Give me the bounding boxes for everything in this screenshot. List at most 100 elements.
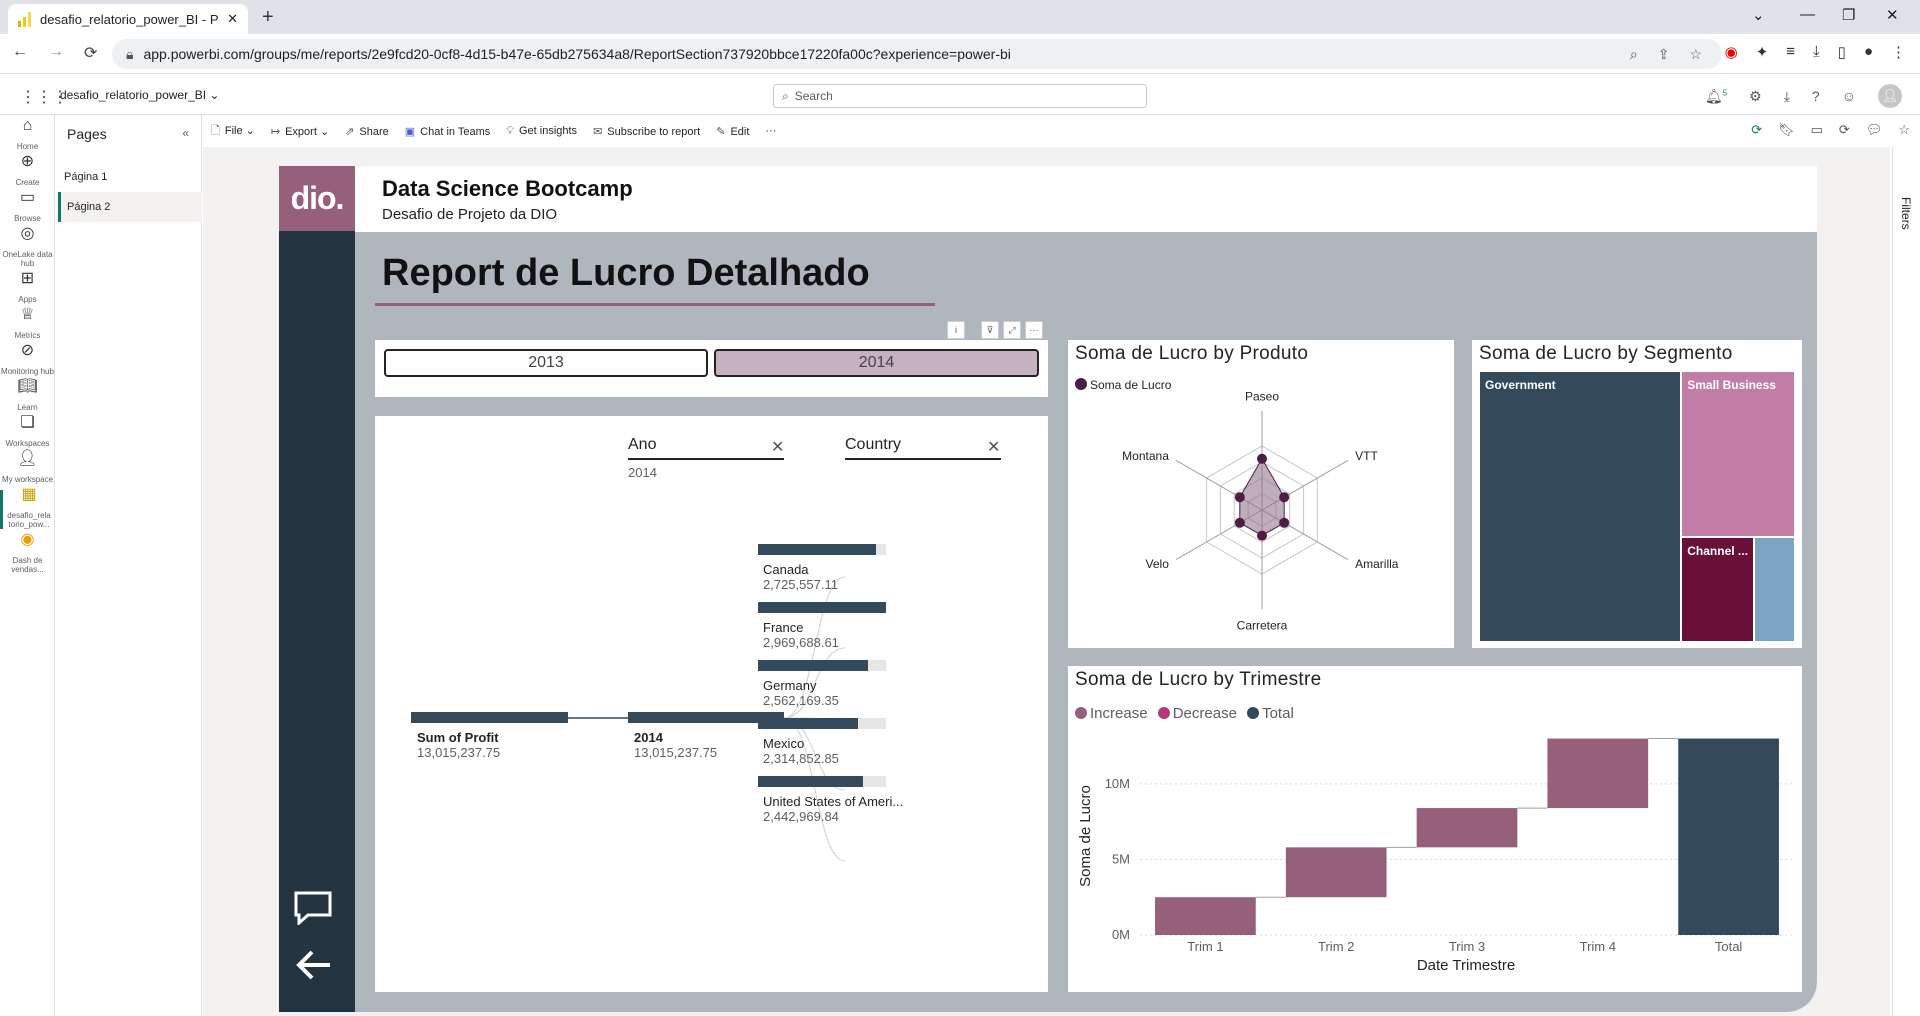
nav-workspaces[interactable]: ❏ Workspaces (0, 415, 55, 449)
nav-monitoring[interactable]: ⊘ Monitoring hub (0, 343, 55, 377)
notifications-icon[interactable]: 🔔︎5 (1705, 88, 1727, 105)
slicer-option-2014[interactable]: 2014 (714, 349, 1039, 377)
slicer-option-2013[interactable]: 2013 (384, 349, 708, 377)
close-window-icon[interactable]: ✕ (1886, 6, 1899, 24)
minimize-icon[interactable]: — (1800, 6, 1815, 23)
radar-point (1279, 492, 1290, 503)
report-header-subtitle: Desafio de Projeto da DIO (382, 206, 558, 223)
refresh-status-icon[interactable]: ⟳ (1751, 122, 1762, 138)
nav-home[interactable]: ⌂ Home (0, 118, 55, 152)
extensions-icon[interactable]: ✦ (1756, 43, 1769, 61)
bookmark-icon[interactable]: 🔖︎ (1778, 122, 1795, 138)
edit-button[interactable]: ✎ Edit (716, 125, 749, 138)
radar-point (1257, 530, 1267, 541)
back-arrow-icon[interactable] (294, 948, 334, 982)
waterfall-x-axis-title: Date Trimestre (1417, 957, 1515, 974)
export-icon: ↦ (270, 125, 281, 138)
dio-logo: dio. (279, 166, 355, 231)
subscribe-button[interactable]: ✉ Subscribe to report (593, 125, 700, 138)
profile-icon[interactable]: ● (1864, 43, 1873, 61)
comment-nav-icon[interactable] (294, 891, 334, 927)
view-controls: ⟳ 🔖︎ ▭ ⟳ 💬︎ ☆ (1751, 122, 1910, 138)
treemap-tile[interactable]: Channel ... (1682, 537, 1754, 641)
url-bar[interactable]: 🔒︎ app.powerbi.com/groups/me/reports/2e9… (112, 39, 1722, 69)
radar-point (1279, 517, 1290, 528)
waterfall-xtick-label: Total (1715, 939, 1743, 954)
feedback-icon[interactable]: ☺ (1842, 88, 1856, 104)
bookmark-star-icon[interactable]: ☆ (1689, 46, 1702, 63)
address-bar-row: ← → ⟳ 🔒︎ app.powerbi.com/groups/me/repor… (0, 34, 1920, 74)
maximize-icon[interactable]: ❐ (1842, 6, 1855, 24)
onelake-icon: ◎ (20, 225, 35, 242)
export-menu[interactable]: ↦ Export ⌄ (271, 125, 329, 138)
waterfall-bar (1678, 738, 1779, 935)
nav-create[interactable]: ⊕ Create (0, 154, 55, 188)
country-bar[interactable] (758, 776, 863, 787)
close-tab-icon[interactable]: ✕ (227, 11, 238, 27)
nav-onelake[interactable]: ◎ OneLake data hub (0, 225, 55, 269)
filter-icon[interactable]: ⊽ (981, 321, 999, 339)
sidebar-icon[interactable]: ▯ (1838, 43, 1846, 61)
insights-button[interactable]: 💡︎ Get insights (506, 125, 577, 138)
share-page-icon[interactable]: ⇪ (1658, 46, 1670, 63)
nav-learn[interactable]: 📖︎ Learn (0, 378, 55, 413)
tab-search-icon[interactable]: ⌄ (1752, 6, 1765, 24)
comment-icon[interactable]: 💬︎ (1866, 122, 1883, 138)
nav-current-report[interactable]: ▦ desafio_rela torio_pow... (0, 487, 55, 529)
focus-mode-icon[interactable]: ⤢ (1003, 321, 1021, 339)
waterfall-ytick-label: 5M (1112, 851, 1130, 866)
nav-metrics[interactable]: ♕ Metrics (0, 307, 55, 341)
country-bar[interactable] (758, 602, 886, 613)
nav-dash[interactable]: ◉ Dash de vendas... (0, 532, 55, 575)
treemap-tile[interactable] (1755, 537, 1794, 641)
menu-icon[interactable]: ⋮ (1891, 43, 1906, 61)
download-icon[interactable]: ⤓ (1784, 88, 1790, 105)
download-icon[interactable]: ⤓ (1813, 43, 1820, 61)
country-bar[interactable] (758, 544, 876, 555)
more-options-icon[interactable]: ··· (765, 125, 776, 137)
treemap-tile[interactable]: Small Business (1682, 372, 1794, 536)
page-tab-1[interactable]: Página 1 (58, 162, 202, 192)
new-tab-icon[interactable]: + (262, 6, 274, 29)
nav-browse[interactable]: ▭ Browse (0, 189, 55, 224)
share-button[interactable]: ⇗ Share (345, 125, 389, 138)
search-input[interactable]: ⌕ Search (773, 84, 1147, 108)
treemap-title: Soma de Lucro by Segmento (1479, 343, 1733, 364)
treemap-tile-label: Channel ... (1687, 543, 1748, 558)
folder-icon: ▭ (19, 189, 36, 206)
nav-apps[interactable]: ⊞ Apps (0, 271, 55, 305)
favorite-icon[interactable]: ☆ (1898, 122, 1910, 138)
settings-icon[interactable]: ⚙ (1749, 88, 1762, 105)
country-value: 2,969,688.61 (763, 635, 839, 650)
back-icon[interactable]: ← (12, 43, 28, 63)
file-menu[interactable]: 🗋︎ File ⌄ (211, 122, 255, 141)
page-tab-2[interactable]: Página 2 (58, 192, 202, 222)
report-name[interactable]: desafio_relatorio_power_BI ⌄ (60, 88, 219, 102)
waterfall-bar (1285, 847, 1387, 898)
zoom-icon[interactable]: ⌕ (1630, 46, 1638, 63)
country-bar[interactable] (758, 660, 869, 671)
root-label: Sum of Profit (417, 730, 499, 745)
reload-icon[interactable]: ⟳ (84, 43, 97, 63)
playlist-icon[interactable]: ≡ (1786, 43, 1795, 61)
filters-pane[interactable]: Filters (1892, 147, 1920, 1016)
help-icon[interactable]: ? (1812, 88, 1820, 104)
view-icon[interactable]: ▭ (1811, 122, 1823, 138)
teams-button[interactable]: ▣ Chat in Teams (405, 125, 491, 138)
book-icon: 📖︎ (17, 378, 38, 395)
treemap-tile[interactable]: Government (1480, 372, 1681, 641)
country-label: Germany (763, 678, 817, 693)
root-bar[interactable] (411, 712, 568, 723)
forward-icon[interactable]: → (48, 43, 64, 63)
browser-tab[interactable]: desafio_relatorio_power_BI - Pov ✕ (8, 4, 248, 34)
avatar[interactable]: 👤︎ (1878, 84, 1902, 108)
info-icon[interactable]: i (947, 321, 965, 339)
country-bar[interactable] (758, 718, 858, 729)
lightbulb-icon: 💡︎ (506, 124, 514, 137)
more-icon[interactable]: ··· (1025, 321, 1043, 339)
collapse-icon[interactable]: « (182, 126, 189, 140)
reload-visuals-icon[interactable]: ⟳ (1839, 122, 1850, 138)
opera-icon[interactable]: ◉ (1725, 43, 1738, 61)
file-icon: 🗋︎ (211, 124, 220, 137)
nav-my-workspace[interactable]: 👤︎ My workspace (0, 451, 55, 485)
